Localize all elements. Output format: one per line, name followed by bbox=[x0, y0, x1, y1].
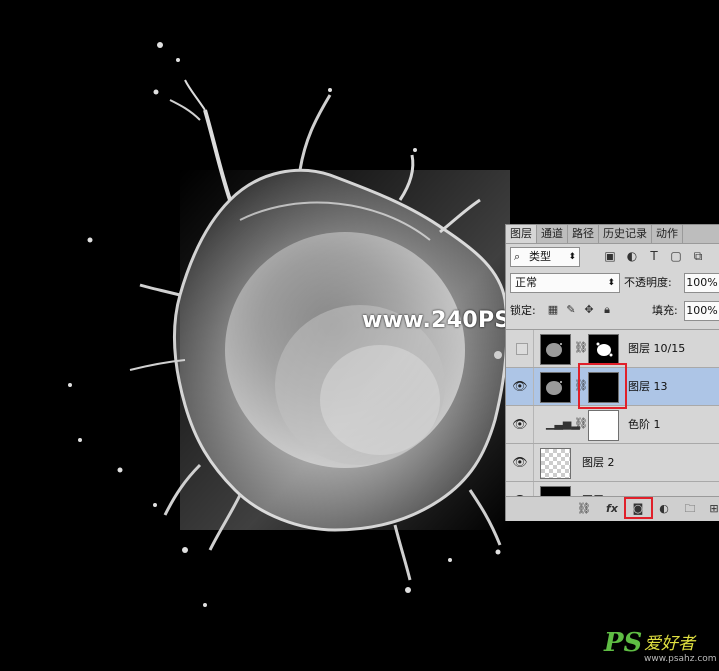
layer-thumbnail-transparent bbox=[540, 448, 571, 479]
layer-row-partial[interactable]: 👁︎ 图层 bbox=[506, 482, 719, 496]
site-url: www.psahz.com bbox=[644, 654, 717, 664]
opacity-field[interactable]: 100% bbox=[684, 273, 719, 293]
layer-mask-thumbnail bbox=[588, 410, 619, 441]
layer-row-levels-1[interactable]: 👁︎ ▁▃▅▂ ⛓ 色阶 1 bbox=[506, 406, 719, 444]
layer-thumbnail-splash bbox=[540, 372, 571, 403]
adjustment-icon[interactable]: ◐ bbox=[656, 501, 672, 517]
layer-mask-thumbnail[interactable] bbox=[588, 372, 619, 403]
fill-label: 填充: bbox=[652, 304, 678, 317]
blend-row: 正常 ⬍ 不透明度: 100% bbox=[506, 273, 719, 295]
lock-move-icon[interactable]: ✥ bbox=[582, 303, 596, 317]
layer-thumbnail-splash bbox=[540, 334, 571, 365]
link-icon[interactable]: ⛓ bbox=[574, 378, 588, 394]
layer-row-2[interactable]: 👁︎ 图层 2 bbox=[506, 444, 719, 482]
folder-icon[interactable]: 🗀 bbox=[682, 501, 698, 517]
divider bbox=[533, 482, 534, 496]
tab-actions[interactable]: 动作 bbox=[652, 225, 683, 243]
visibility-toggle-off[interactable] bbox=[516, 343, 528, 355]
divider bbox=[533, 406, 534, 443]
new-layer-icon[interactable]: ⊞ bbox=[706, 501, 719, 517]
updown-arrow-icon: ⬍ bbox=[607, 278, 615, 288]
site-logo: PS 爱好者 www.psahz.com bbox=[604, 628, 717, 668]
blend-mode-select[interactable]: 正常 ⬍ bbox=[510, 273, 620, 293]
image-filter-icon[interactable]: ▣ bbox=[602, 248, 618, 264]
lock-transparent-icon[interactable]: ▦ bbox=[546, 303, 560, 317]
layer-name: 图层 2 bbox=[582, 456, 615, 469]
layer-name: 图层 13 bbox=[628, 380, 668, 393]
tab-paths[interactable]: 路径 bbox=[568, 225, 599, 243]
logo-text: 爱好者 bbox=[644, 634, 695, 654]
fill-field[interactable]: 100% bbox=[684, 301, 719, 321]
filter-type-select[interactable]: ⌕ 类型 ⬍ bbox=[510, 247, 580, 267]
divider bbox=[533, 330, 534, 367]
filter-type-label: 类型 bbox=[529, 250, 551, 263]
eye-icon[interactable]: 👁︎ bbox=[512, 378, 528, 394]
link-icon[interactable]: ⛓ bbox=[574, 340, 588, 356]
layer-name: 色阶 1 bbox=[628, 418, 661, 431]
lock-paint-icon[interactable]: ✎ bbox=[564, 303, 578, 317]
layers-panel: 图层 通道 路径 历史记录 动作 ⌕ 类型 ⬍ ▣ ◐ T ▢ ⧉ 正常 ⬍ 不… bbox=[505, 224, 719, 521]
link-layers-icon[interactable]: ⛓ bbox=[576, 501, 592, 517]
divider bbox=[533, 444, 534, 481]
text-filter-icon[interactable]: T bbox=[646, 248, 662, 264]
layer-row-10-15[interactable]: ⛓ 图层 10/15 bbox=[506, 330, 719, 368]
panel-bottom-bar: ⛓ fx ◙ ◐ 🗀 ⊞ bbox=[506, 496, 719, 521]
layer-row-13[interactable]: 👁︎ ⛓ 图层 13 bbox=[506, 368, 719, 406]
layer-thumbnail-black bbox=[540, 486, 571, 496]
lock-row: 锁定: ▦ ✎ ✥ 🔒︎ 填充: 100% bbox=[506, 301, 719, 323]
layer-name: 图层 bbox=[582, 482, 604, 496]
eye-icon[interactable]: 👁︎ bbox=[512, 416, 528, 432]
opacity-label: 不透明度: bbox=[624, 276, 672, 289]
lock-all-icon[interactable]: 🔒︎ bbox=[600, 303, 614, 317]
blend-mode-value: 正常 bbox=[515, 276, 537, 289]
adjustment-filter-icon[interactable]: ◐ bbox=[624, 248, 640, 264]
tab-layers[interactable]: 图层 bbox=[506, 225, 537, 243]
divider bbox=[533, 368, 534, 405]
link-icon[interactable]: ⛓ bbox=[574, 416, 588, 432]
logo-mark: PS bbox=[604, 628, 643, 658]
smart-object-filter-icon[interactable]: ⧉ bbox=[690, 248, 706, 264]
fx-icon[interactable]: fx bbox=[604, 501, 620, 517]
levels-adjustment-icon: ▁▃▅▂ bbox=[546, 417, 580, 430]
eye-icon[interactable]: 👁︎ bbox=[512, 454, 528, 470]
add-mask-icon[interactable]: ◙ bbox=[630, 501, 646, 517]
tab-channels[interactable]: 通道 bbox=[537, 225, 568, 243]
panel-tabs: 图层 通道 路径 历史记录 动作 bbox=[506, 225, 719, 244]
tab-history[interactable]: 历史记录 bbox=[599, 225, 652, 243]
search-icon: ⌕ bbox=[514, 250, 521, 263]
layer-name: 图层 10/15 bbox=[628, 342, 686, 355]
shape-filter-icon[interactable]: ▢ bbox=[668, 248, 684, 264]
filter-row: ⌕ 类型 ⬍ ▣ ◐ T ▢ ⧉ bbox=[506, 247, 719, 269]
layer-mask-thumbnail bbox=[588, 334, 619, 365]
lock-label: 锁定: bbox=[510, 304, 536, 317]
updown-arrow-icon: ⬍ bbox=[568, 252, 576, 262]
layer-list: ⛓ 图层 10/15 👁︎ ⛓ 图层 13 👁︎ ▁▃▅▂ ⛓ 色阶 1 👁︎ … bbox=[506, 329, 719, 496]
